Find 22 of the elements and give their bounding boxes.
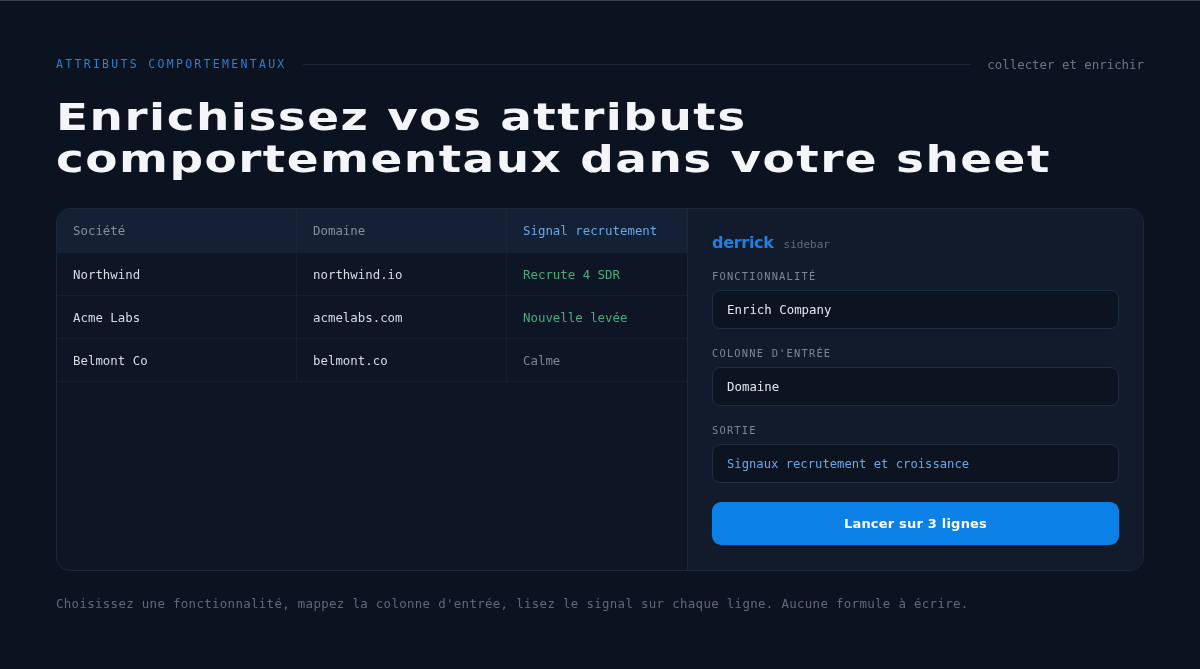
table-cell: northwind.io: [297, 253, 507, 296]
table-cell: belmont.co: [297, 339, 507, 382]
run-button[interactable]: Lancer sur 3 lignes: [712, 502, 1119, 545]
field-label: SORTIE: [712, 423, 758, 437]
table-cell: Acme Labs: [57, 296, 297, 339]
page-title: Enrichissez vos attributs comportementaux dans votre sheet: [56, 96, 1052, 180]
footer-note: Choisissez une fonctionnalité, mappez la colonne d'entrée, lisez le signal sur chaque ligne. Aucune formule à écrire.: [56, 596, 970, 611]
input-field[interactable]: Enrich Company: [712, 290, 1119, 329]
table-cell: Belmont Co: [57, 339, 297, 382]
table-cell: acmelabs.com: [297, 296, 507, 339]
output-field[interactable]: Signaux recrutement et croissance: [712, 444, 1119, 483]
section-tagline: collecter et enrichir: [987, 56, 1144, 72]
column-header: Signal recrutement: [507, 209, 687, 253]
section-eyebrow: ATTRIBUTS COMPORTEMENTAUX: [56, 57, 287, 71]
table-cell: Northwind: [57, 253, 297, 296]
field-label: COLONNE D'ENTRÉE: [712, 346, 833, 360]
brand-logo: derrick: [712, 233, 774, 252]
field-label: FONCTIONNALITÉ: [712, 269, 818, 283]
input-field[interactable]: Domaine: [712, 367, 1119, 406]
sidebar-subtitle: sidebar: [783, 238, 830, 251]
column-header: Domaine: [297, 209, 507, 253]
column-header: Société: [57, 209, 297, 253]
